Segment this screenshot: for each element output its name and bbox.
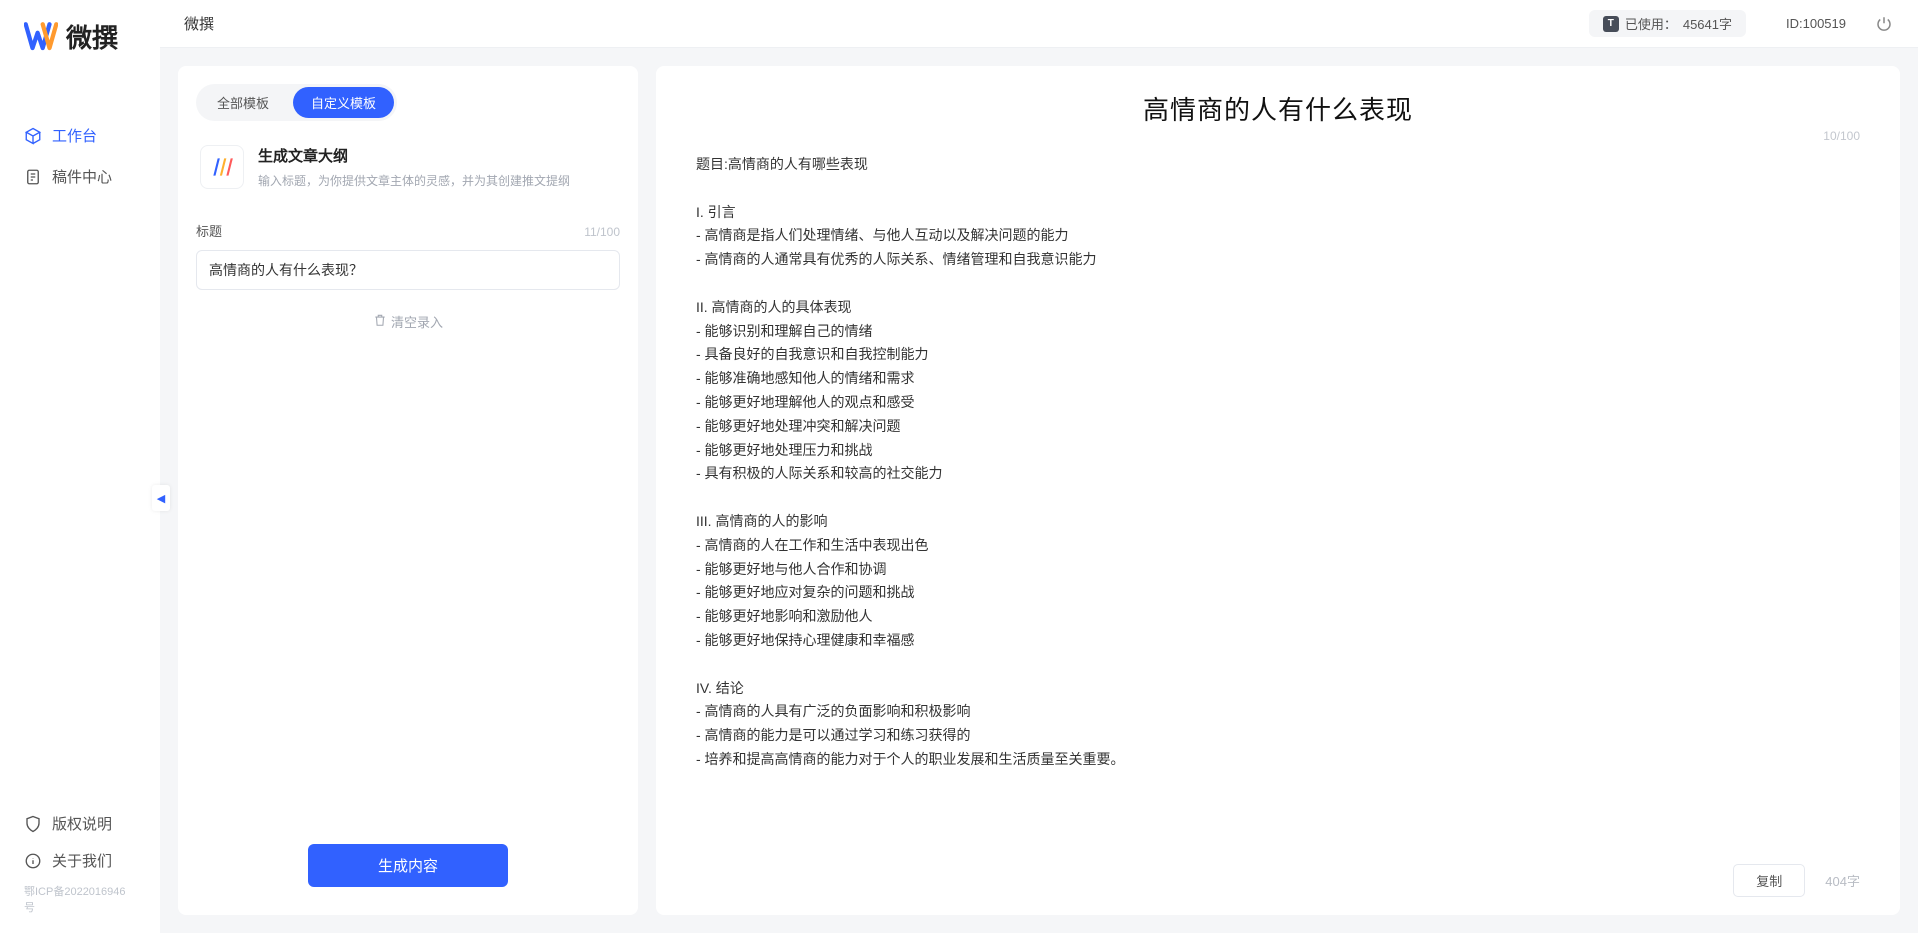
output-panel: 高情商的人有什么表现 10/100 题目:高情商的人有哪些表现 I. 引言 - … [656,66,1900,915]
user-id: ID:100519 [1786,16,1846,31]
template-thumb-icon [200,145,244,189]
nav-item-copyright[interactable]: 版权说明 [0,805,160,842]
topbar: 微撰 T 已使用： 45641字 ID:100519 [160,0,1918,48]
template-tabs: 全部模板 自定义模板 [196,84,397,121]
template-desc: 输入标题，为你提供文章主体的灵感，并为其创建推文提纲 [258,172,570,189]
nav-item-label: 关于我们 [52,850,112,871]
generate-button[interactable]: 生成内容 [308,844,508,887]
title-input[interactable] [196,250,620,290]
nav-item-label: 稿件中心 [52,166,112,187]
trash-icon [373,313,387,330]
title-field-counter: 11/100 [584,225,620,239]
icp-text: 鄂ICP备2022016946号 [0,879,160,915]
usage-label: 已使用： [1625,14,1677,33]
main: 微撰 T 已使用： 45641字 ID:100519 全部模板 自定义模板 [160,0,1918,933]
clear-label: 清空录入 [391,312,443,331]
template-title: 生成文章大纲 [258,145,570,166]
doc-title: 高情商的人有什么表现 [696,90,1860,127]
word-count: 404字 [1825,871,1860,890]
nav-item-label: 版权说明 [52,813,112,834]
usage-badge[interactable]: T 已使用： 45641字 [1589,10,1746,37]
page-title: 微撰 [184,13,214,34]
nav-list: 工作台 稿件中心 [0,115,160,805]
power-button[interactable] [1874,14,1894,34]
usage-value: 45641字 [1683,14,1732,33]
tab-all-templates[interactable]: 全部模板 [199,87,287,118]
nav-item-drafts[interactable]: 稿件中心 [0,156,160,197]
cube-icon [24,127,42,145]
sidebar-bottom: 版权说明 关于我们 鄂ICP备2022016946号 [0,805,160,923]
nav-item-about[interactable]: 关于我们 [0,842,160,879]
chevron-left-icon: ◀ [157,492,165,505]
nav-item-label: 工作台 [52,125,97,146]
input-panel: 全部模板 自定义模板 生成文章大纲 输入标题，为你提供文章主体的灵感，并为其创建… [178,66,638,915]
doc-header: 高情商的人有什么表现 10/100 [696,90,1860,127]
tab-custom-templates[interactable]: 自定义模板 [293,87,394,118]
doc-title-counter: 10/100 [1823,129,1860,143]
text-icon: T [1603,16,1619,32]
doc-body[interactable]: 题目:高情商的人有哪些表现 I. 引言 - 高情商是指人们处理情绪、与他人互动以… [696,153,1860,852]
clear-input-button[interactable]: 清空录入 [196,312,620,331]
doc-footer: 复制 404字 [696,852,1860,897]
copy-button[interactable]: 复制 [1733,864,1805,897]
title-field-label: 标题 [196,221,222,240]
template-card: 生成文章大纲 输入标题，为你提供文章主体的灵感，并为其创建推文提纲 [196,139,620,207]
sidebar: 微撰 工作台 稿件中心 版权说明 [0,0,160,933]
shield-icon [24,815,42,833]
collapse-sidebar-button[interactable]: ◀ [152,485,170,511]
nav-item-workspace[interactable]: 工作台 [0,115,160,156]
logo-icon [24,22,58,52]
doc-icon [24,168,42,186]
workspace: 全部模板 自定义模板 生成文章大纲 输入标题，为你提供文章主体的灵感，并为其创建… [160,48,1918,933]
logo[interactable]: 微撰 [0,18,160,115]
logo-text: 微撰 [66,18,118,55]
info-icon [24,852,42,870]
